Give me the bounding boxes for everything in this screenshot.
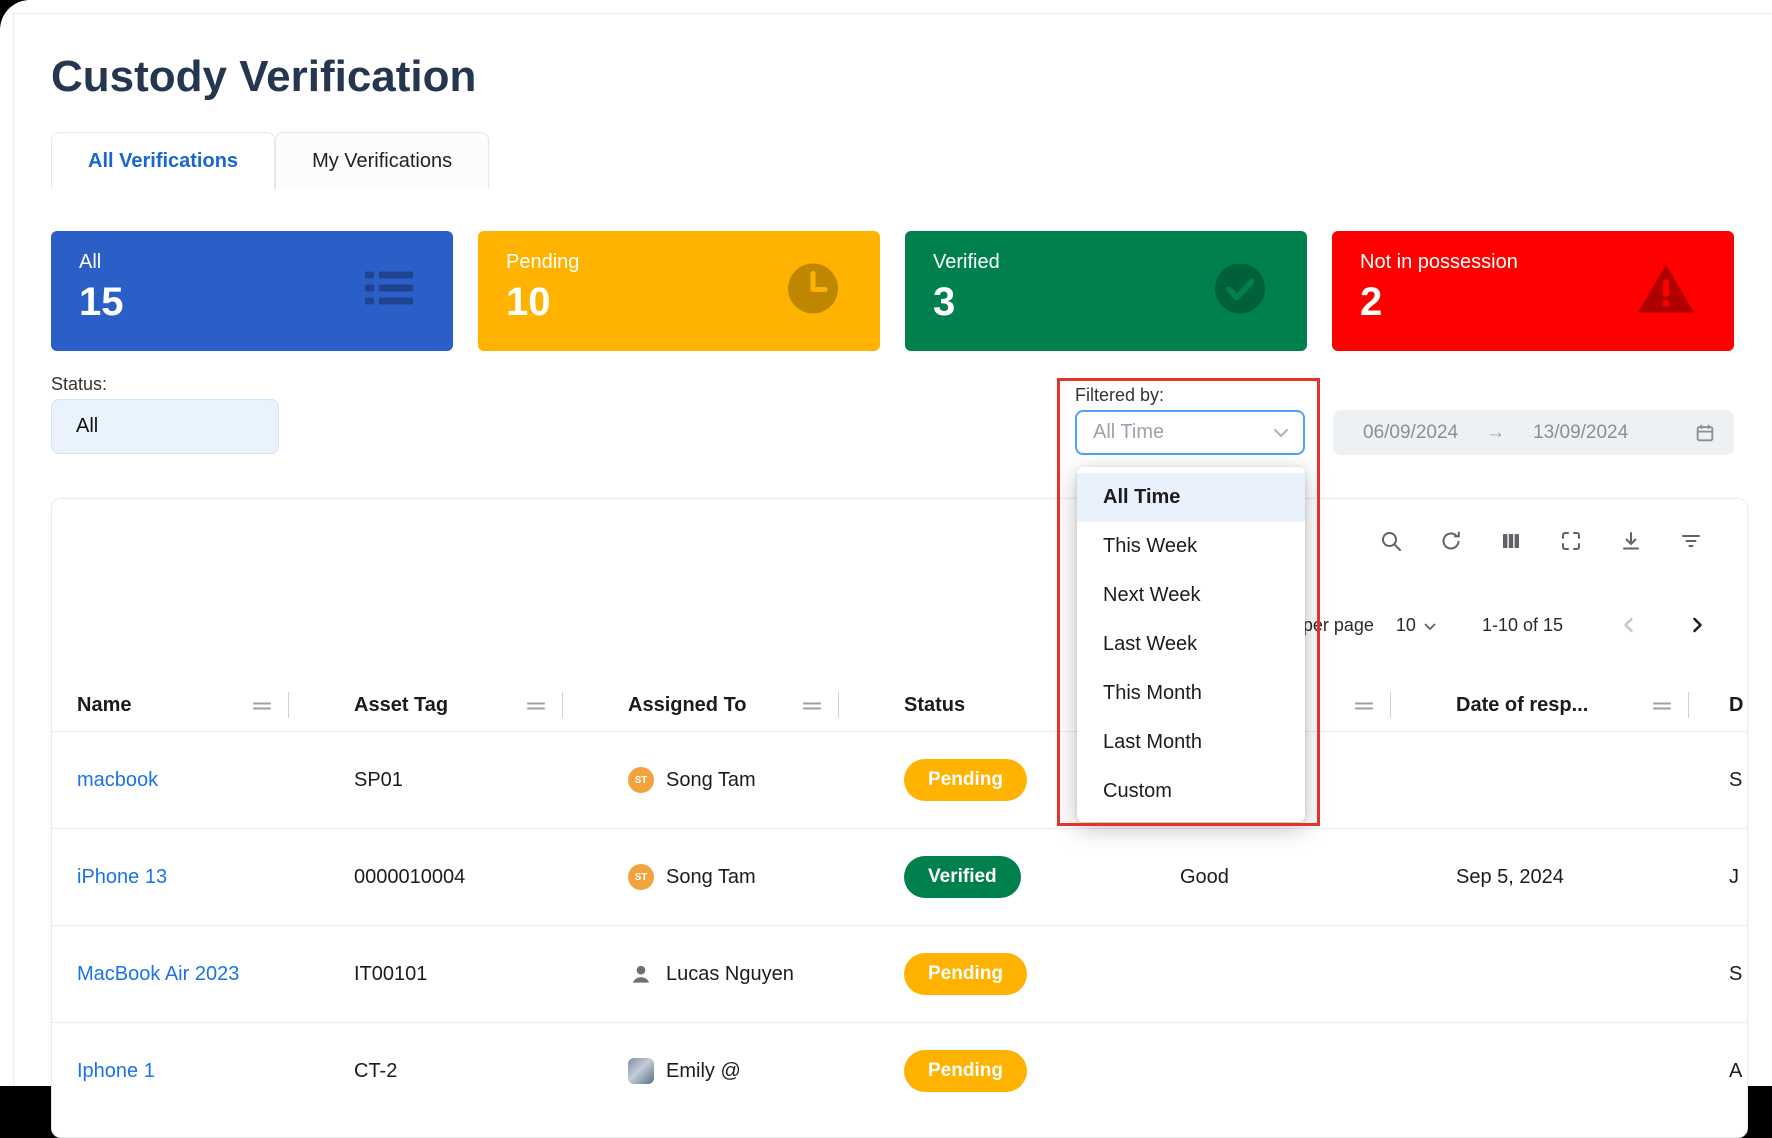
stat-card-pending[interactable]: Pending 10: [478, 231, 880, 351]
menu-option-this-week[interactable]: This Week: [1077, 522, 1305, 571]
drag-handle-icon[interactable]: [802, 694, 822, 717]
menu-option-custom[interactable]: Custom: [1077, 767, 1305, 816]
list-icon: [363, 267, 415, 316]
column-header-date-of-response[interactable]: Date of resp...: [1431, 679, 1729, 731]
menu-option-next-week[interactable]: Next Week: [1077, 571, 1305, 620]
next-page-button[interactable]: [1687, 615, 1707, 635]
asset-name-link[interactable]: Iphone 1: [77, 1060, 155, 1083]
avatar: ST: [628, 767, 654, 793]
status-filter-value: All: [76, 415, 98, 438]
menu-option-this-month[interactable]: This Month: [1077, 669, 1305, 718]
column-divider: [288, 692, 289, 718]
asset-tag-cell: SP01: [329, 769, 603, 792]
tab-bar: All Verifications My Verifications: [51, 132, 489, 189]
tab-all-verifications[interactable]: All Verifications: [51, 132, 275, 189]
filtered-by-dropdown-menu: All Time This Week Next Week Last Week T…: [1077, 467, 1305, 822]
page-title: Custody Verification: [51, 52, 476, 102]
page-size-value: 10: [1396, 615, 1416, 636]
status-badge: Verified: [904, 856, 1021, 898]
column-divider: [838, 692, 839, 718]
fullscreen-icon[interactable]: [1559, 529, 1583, 553]
asset-name-link[interactable]: macbook: [77, 769, 158, 792]
previous-page-button[interactable]: [1619, 615, 1639, 635]
stat-card-verified[interactable]: Verified 3: [905, 231, 1307, 351]
avatar: ST: [628, 864, 654, 890]
column-divider: [1390, 692, 1391, 718]
assignee-name: Emily @: [666, 1060, 741, 1083]
column-header-name[interactable]: Name: [52, 679, 329, 731]
asset-name-link[interactable]: iPhone 13: [77, 866, 167, 889]
table-pagination: Rows per page 10 1-10 of 15: [1253, 605, 1707, 645]
drag-handle-icon[interactable]: [526, 694, 546, 717]
assigned-to-cell: ST Song Tam: [603, 767, 879, 793]
tab-my-verifications[interactable]: My Verifications: [275, 132, 489, 189]
photo-avatar: [628, 1058, 654, 1084]
verifications-table-card: Rows per page 10 1-10 of 15 Name Asset T…: [51, 498, 1748, 1138]
chevron-down-icon: [1424, 615, 1436, 636]
date-range-arrow: →: [1486, 422, 1505, 444]
column-header-asset-tag[interactable]: Asset Tag: [329, 679, 603, 731]
menu-option-last-month[interactable]: Last Month: [1077, 718, 1305, 767]
date-range-input[interactable]: 06/09/2024 → 13/09/2024: [1333, 410, 1734, 455]
assigned-to-cell: Emily @: [603, 1058, 879, 1084]
asset-tag-cell: CT-2: [329, 1060, 603, 1083]
table-row[interactable]: iPhone 13 0000010004 ST Song Tam Verifie…: [52, 828, 1748, 925]
check-circle-icon: [1211, 260, 1269, 323]
date-to: 13/09/2024: [1533, 422, 1628, 444]
chevron-down-icon: [1273, 421, 1289, 444]
drag-handle-icon[interactable]: [252, 694, 272, 717]
assigned-to-cell: ST Song Tam: [603, 864, 879, 890]
filtered-by-value: All Time: [1093, 421, 1164, 444]
asset-tag-cell: IT00101: [329, 963, 603, 986]
window-top-border: [13, 13, 1772, 14]
filter-icon[interactable]: [1679, 529, 1703, 553]
table-header-row: Name Asset Tag Assigned To Status Date o…: [52, 679, 1748, 731]
drag-handle-icon[interactable]: [1652, 694, 1672, 717]
assignee-name: Song Tam: [666, 866, 756, 889]
person-icon: [628, 961, 654, 987]
asset-tag-cell: 0000010004: [329, 866, 603, 889]
assigned-to-cell: Lucas Nguyen: [603, 961, 879, 987]
asset-name-link[interactable]: MacBook Air 2023: [77, 963, 239, 986]
drag-handle-icon[interactable]: [1354, 694, 1374, 717]
stat-card-all[interactable]: All 15: [51, 231, 453, 351]
clipped-cell: J: [1729, 866, 1748, 889]
search-icon[interactable]: [1379, 529, 1403, 553]
table-toolbar: [1379, 529, 1703, 553]
warning-triangle-icon: [1636, 263, 1696, 320]
column-divider: [1688, 692, 1689, 718]
status-badge: Pending: [904, 759, 1027, 801]
stat-cards: All 15 Pending 10 Verified 3: [51, 231, 1734, 351]
table-row[interactable]: Iphone 1 CT-2 Emily @ Pending A: [52, 1022, 1748, 1119]
clipped-cell: A: [1729, 1060, 1748, 1083]
assignee-name: Lucas Nguyen: [666, 963, 794, 986]
page-size-select[interactable]: 10: [1396, 615, 1436, 636]
date-cell: Sep 5, 2024: [1431, 866, 1729, 889]
menu-option-all-time[interactable]: All Time: [1077, 473, 1305, 522]
clock-icon: [784, 260, 842, 323]
table-row[interactable]: MacBook Air 2023 IT00101 Lucas Nguyen Pe…: [52, 925, 1748, 1022]
filtered-by-select[interactable]: All Time: [1075, 410, 1305, 455]
condition-cell: Good: [1155, 866, 1431, 889]
refresh-icon[interactable]: [1439, 529, 1463, 553]
column-header-clipped[interactable]: D: [1729, 679, 1748, 731]
columns-icon[interactable]: [1499, 529, 1523, 553]
clipped-cell: S: [1729, 963, 1748, 986]
filtered-by-label: Filtered by:: [1075, 385, 1164, 406]
download-icon[interactable]: [1619, 529, 1643, 553]
status-filter-select[interactable]: All: [51, 399, 279, 454]
window-left-border: [13, 13, 14, 1086]
menu-option-last-week[interactable]: Last Week: [1077, 620, 1305, 669]
pagination-range-label: 1-10 of 15: [1482, 615, 1563, 636]
date-from: 06/09/2024: [1363, 422, 1458, 444]
status-filter-label: Status:: [51, 374, 107, 395]
stat-card-not-in-possession[interactable]: Not in possession 2: [1332, 231, 1734, 351]
column-header-assigned-to[interactable]: Assigned To: [603, 679, 879, 731]
assignee-name: Song Tam: [666, 769, 756, 792]
column-divider: [562, 692, 563, 718]
status-badge: Pending: [904, 953, 1027, 995]
clipped-cell: S: [1729, 769, 1748, 792]
calendar-icon[interactable]: [1694, 422, 1716, 444]
table-row[interactable]: macbook SP01 ST Song Tam Pending S: [52, 731, 1748, 828]
